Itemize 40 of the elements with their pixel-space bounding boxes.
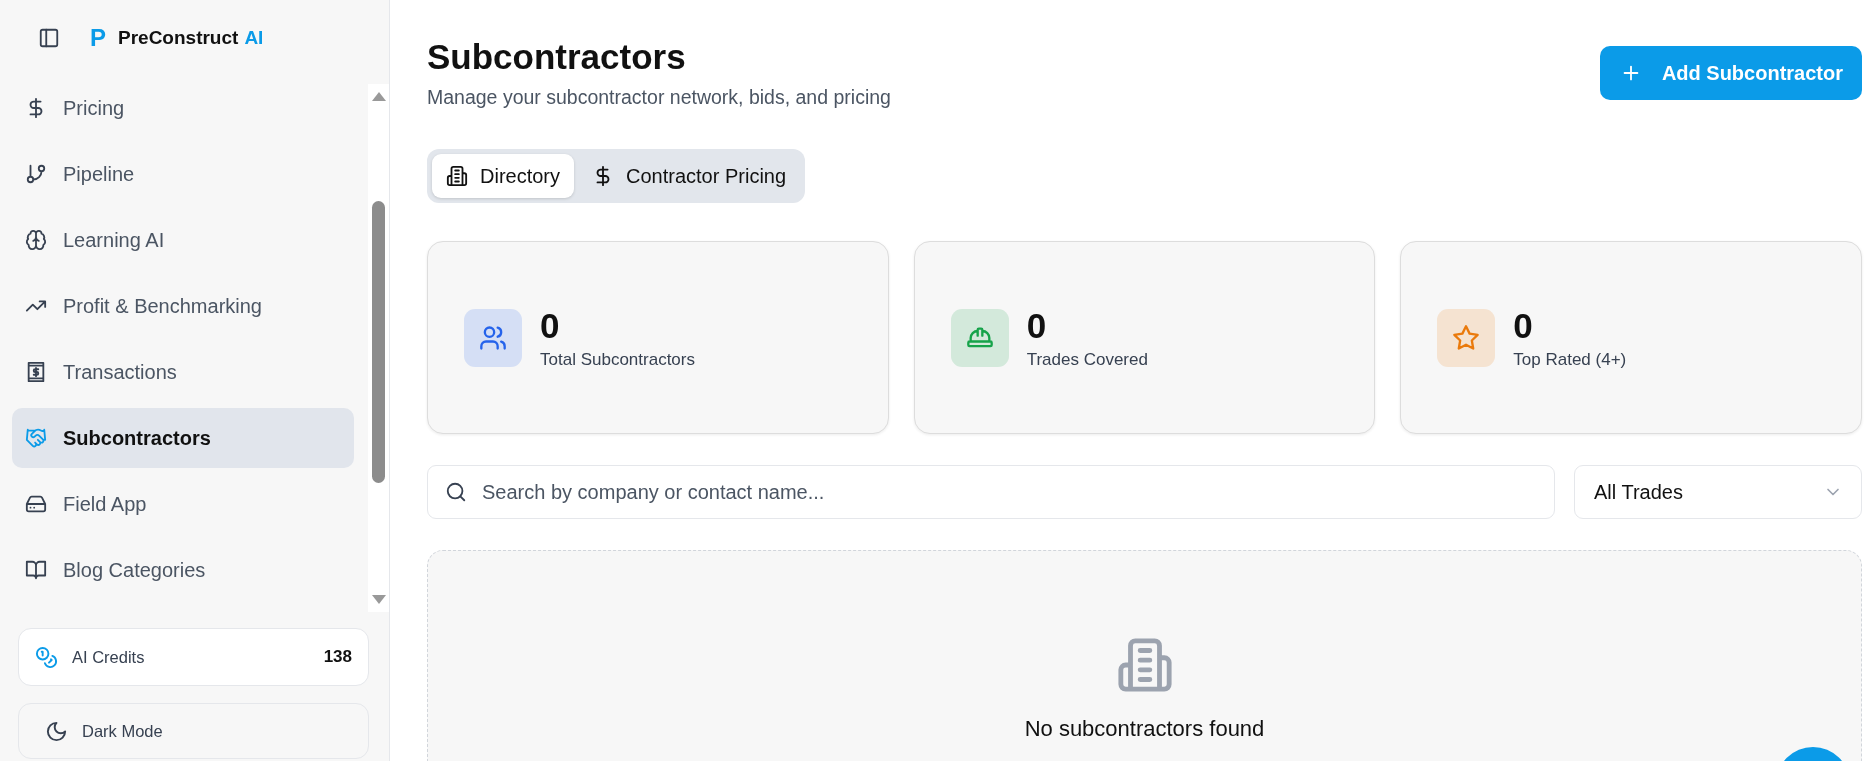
moon-icon [45, 719, 68, 743]
stat-value: 0 [540, 305, 561, 346]
book-icon [25, 559, 47, 581]
drive-icon [25, 493, 47, 515]
sidebar-toggle-icon[interactable] [38, 27, 60, 49]
nav-item[interactable]: Pipeline [12, 144, 354, 204]
stat-label: Top Rated (4+) [1513, 349, 1627, 370]
handshake-icon [25, 427, 47, 449]
stat-value: 0 [1513, 305, 1534, 346]
stat-label: Trades Covered [1026, 349, 1148, 370]
empty-state-message: No subcontractors found [1024, 716, 1265, 742]
tab[interactable]: Directory [432, 154, 574, 198]
search-field[interactable]: Search by company or contact name... [427, 465, 1555, 519]
logo-mark: P [90, 24, 106, 52]
receipt-icon [25, 361, 47, 383]
building-icon [1115, 636, 1174, 694]
building-icon [446, 165, 468, 187]
brand-name: PreConstruct [118, 27, 239, 49]
coins-icon [35, 645, 58, 669]
nav-item[interactable]: Pricing [12, 78, 354, 138]
nav-item[interactable]: Blog Categories [12, 540, 354, 600]
page-subtitle: Manage your subcontractor network, bids, and pricing [427, 86, 891, 109]
page-title: Subcontractors [427, 36, 687, 78]
brain-icon [25, 229, 47, 251]
nav-item[interactable]: Subcontractors [12, 408, 354, 468]
stat-value: 0 [1026, 305, 1048, 346]
tab[interactable]: Contractor Pricing [578, 154, 801, 198]
dark-mode-button[interactable]: Dark Mode [18, 703, 369, 759]
nav-item[interactable]: Profit & Benchmarking [12, 276, 354, 336]
credits-value: 138 [323, 647, 352, 667]
credits-label: AI Credits [72, 647, 146, 667]
trade-filter-dropdown[interactable]: All Trades [1574, 465, 1862, 519]
search-icon [445, 481, 467, 503]
branch-icon [25, 163, 47, 185]
brand-suffix: AI [244, 27, 264, 49]
nav-item[interactable]: Learning AI [12, 210, 354, 270]
stat-label: Total Subcontractors [540, 349, 695, 370]
nav-item[interactable]: Transactions [12, 342, 354, 402]
nav-item[interactable]: Field App [12, 474, 354, 534]
scrollbar[interactable] [368, 84, 389, 612]
